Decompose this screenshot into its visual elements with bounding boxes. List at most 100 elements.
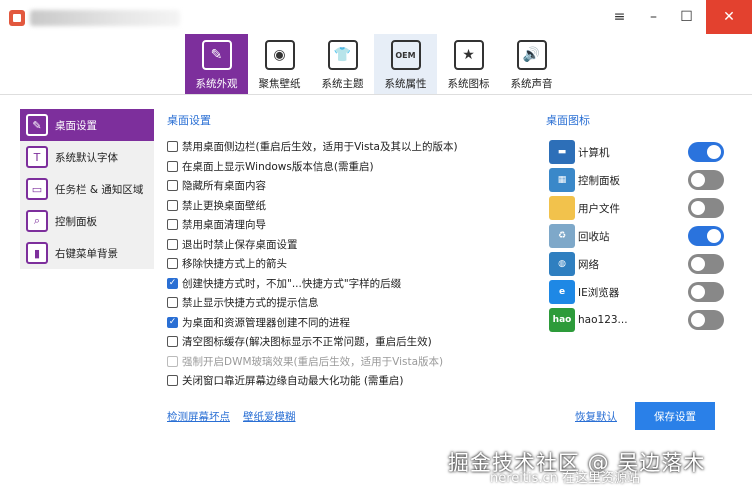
top-tab-strip: ✎ 系统外观 ◉ 聚焦壁纸 👕 系统主题 OEM 系统属性 ★ 系统图标 🔊 系统声音	[185, 34, 563, 94]
setting-option[interactable]: 禁用桌面清理向导	[167, 215, 537, 235]
recycle-bin-icon: ♻	[549, 224, 575, 248]
setting-option[interactable]: 退出时禁止保存桌面设置	[167, 235, 537, 255]
sidebar-item-1[interactable]: T 系统默认字体	[20, 141, 154, 173]
checkbox[interactable]	[167, 160, 178, 172]
setting-option[interactable]: 禁止更换桌面壁纸	[167, 196, 537, 216]
focus-icon: ◉	[264, 40, 295, 70]
checkbox[interactable]: ✓	[167, 316, 178, 328]
toggle-switch[interactable]	[688, 170, 724, 190]
checkbox[interactable]	[167, 238, 178, 250]
tab-label: 系统属性	[384, 78, 427, 90]
maximize-button[interactable]: ☐	[670, 0, 703, 34]
sidebar-item-2[interactable]: ▭ 任务栏 & 通知区域	[20, 173, 154, 205]
restore-defaults-link[interactable]: 恢复默认	[575, 409, 617, 424]
star-icon: ★	[453, 40, 484, 70]
taskbar-icon: ▭	[26, 178, 48, 200]
desktop-icon-label: hao123...	[578, 314, 628, 326]
toggle-switch[interactable]	[688, 226, 724, 246]
checkbox[interactable]: ✓	[167, 277, 178, 289]
desktop-icons-list: ▬ 计算机 ▦ 控制面板 用户文件 ♻ 回收站 ◍ 网络 e IE浏览器 hao hao123...	[549, 138, 724, 334]
toggle-switch[interactable]	[688, 282, 724, 302]
tab-2[interactable]: 👕 系统主题	[311, 34, 374, 94]
wallpaper-blur-link[interactable]: 壁纸爱模糊	[243, 409, 296, 424]
ie-icon: e	[549, 280, 575, 304]
setting-option[interactable]: 隐藏所有桌面内容	[167, 176, 537, 196]
watermark-line-2: nereitis.cn 在这里资源站	[490, 471, 641, 486]
desktop-icon-label: 回收站	[578, 230, 610, 243]
desktop-icons-title: 桌面图标	[546, 114, 590, 127]
desktop-icon-row: ♻ 回收站	[549, 222, 724, 250]
setting-option[interactable]: 关闭窗口靠近屏幕边缘自动最大化功能 (需重启)	[167, 371, 537, 391]
desktop-icon-row: ▬ 计算机	[549, 138, 724, 166]
setting-option-label: 在桌面上显示Windows版本信息(需重启)	[182, 160, 374, 173]
setting-option[interactable]: ✓ 创建快捷方式时，不加"...快捷方式"字样的后缀	[167, 274, 537, 294]
tab-3[interactable]: OEM 系统属性	[374, 34, 437, 94]
folder-icon	[549, 196, 575, 220]
sidebar-item-0[interactable]: ✎ 桌面设置	[20, 109, 154, 141]
checkbox[interactable]	[167, 297, 178, 309]
divider	[0, 94, 752, 95]
sidebar-item-label: 任务栏 & 通知区域	[55, 183, 144, 196]
setting-option[interactable]: 禁止显示快捷方式的提示信息	[167, 293, 537, 313]
desktop-icon-label: 控制面板	[578, 174, 620, 187]
setting-option-label: 退出时禁止保存桌面设置	[182, 238, 298, 251]
desktop-settings-options: 禁用桌面侧边栏(重启后生效，适用于Vista及其以上的版本) 在桌面上显示Wind…	[167, 137, 537, 391]
setting-option[interactable]: 在桌面上显示Windows版本信息(需重启)	[167, 157, 537, 177]
toggle-switch[interactable]	[688, 254, 724, 274]
sidebar-item-4[interactable]: ▮ 右键菜单背景	[20, 237, 154, 269]
minimize-button[interactable]: –	[637, 0, 670, 34]
desktop-icon-row: hao hao123...	[549, 306, 724, 334]
app-title	[30, 10, 180, 26]
brush-icon: ✎	[201, 40, 232, 70]
computer-icon: ▬	[549, 140, 575, 164]
desktop-icon-label: 用户文件	[578, 202, 620, 215]
sidebar-item-label: 控制面板	[55, 215, 97, 228]
setting-option-label: 关闭窗口靠近屏幕边缘自动最大化功能 (需重启)	[182, 375, 404, 388]
tab-5[interactable]: 🔊 系统声音	[500, 34, 563, 94]
menu-button[interactable]: ≡	[603, 0, 636, 34]
sidebar-item-3[interactable]: ⌕ 控制面板	[20, 205, 154, 237]
toggle-switch[interactable]	[688, 310, 724, 330]
desktop-icon-row: e IE浏览器	[549, 278, 724, 306]
save-settings-button[interactable]: 保存设置	[635, 402, 715, 430]
setting-option[interactable]: 清空图标缓存(解决图标显示不正常问题，重启后生效)	[167, 332, 537, 352]
setting-option[interactable]: 移除快捷方式上的箭头	[167, 254, 537, 274]
desktop-icon-row: 用户文件	[549, 194, 724, 222]
speaker-icon: 🔊	[516, 40, 547, 70]
setting-option-label: 移除快捷方式上的箭头	[182, 258, 287, 271]
app-logo-icon	[9, 10, 25, 26]
tab-label: 聚焦壁纸	[258, 78, 301, 90]
sidebar-item-label: 系统默认字体	[55, 151, 118, 164]
desktop-settings-icon: ✎	[26, 114, 48, 136]
checkbox[interactable]	[167, 219, 178, 231]
network-icon: ◍	[549, 252, 575, 276]
title-bar: ≡ – ☐ ✕	[0, 0, 752, 34]
tab-0[interactable]: ✎ 系统外观	[185, 34, 248, 94]
desktop-icon-label: IE浏览器	[578, 286, 620, 299]
setting-option-label: 禁止显示快捷方式的提示信息	[182, 297, 319, 310]
shirt-icon: 👕	[327, 40, 358, 70]
checkbox[interactable]	[167, 258, 178, 270]
tab-1[interactable]: ◉ 聚焦壁纸	[248, 34, 311, 94]
toggle-switch[interactable]	[688, 142, 724, 162]
check-dead-pixels-link[interactable]: 检测屏幕坏点	[167, 409, 230, 424]
font-icon: T	[26, 146, 48, 168]
setting-option-label: 创建快捷方式时，不加"...快捷方式"字样的后缀	[182, 277, 402, 290]
checkbox[interactable]	[167, 336, 178, 348]
checkbox[interactable]	[167, 180, 178, 192]
control-panel-icon: ▦	[549, 168, 575, 192]
tab-4[interactable]: ★ 系统图标	[437, 34, 500, 94]
setting-option[interactable]: ✓ 为桌面和资源管理器创建不同的进程	[167, 313, 537, 333]
setting-option[interactable]: 禁用桌面侧边栏(重启后生效，适用于Vista及其以上的版本)	[167, 137, 537, 157]
hao123-icon: hao	[549, 308, 575, 332]
close-button[interactable]: ✕	[706, 0, 752, 34]
control-panel-icon: ⌕	[26, 210, 48, 232]
checkbox[interactable]	[167, 141, 178, 153]
desktop-icon-label: 网络	[578, 258, 599, 271]
sidebar: ✎ 桌面设置 T 系统默认字体 ▭ 任务栏 & 通知区域 ⌕ 控制面板 ▮ 右键菜单背景	[20, 109, 154, 269]
checkbox[interactable]	[167, 199, 178, 211]
setting-option-label: 清空图标缓存(解决图标显示不正常问题，重启后生效)	[182, 336, 432, 349]
checkbox[interactable]	[167, 375, 178, 387]
toggle-switch[interactable]	[688, 198, 724, 218]
setting-option-label: 为桌面和资源管理器创建不同的进程	[182, 316, 350, 329]
